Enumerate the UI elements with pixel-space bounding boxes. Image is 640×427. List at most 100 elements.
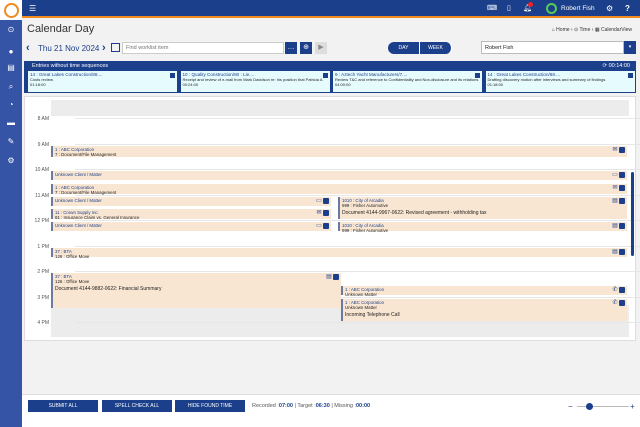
prev-day-button[interactable]: ‹: [26, 42, 30, 54]
save-icon[interactable]: [619, 300, 625, 306]
search-icon[interactable]: ⌕: [0, 82, 22, 92]
calendar-event[interactable]: 1 : ABC CorporationUnknown Matter✆: [341, 286, 627, 295]
user-select[interactable]: Robert Fish: [481, 41, 624, 54]
next-day-button[interactable]: ›: [102, 42, 106, 54]
zoom-in-button[interactable]: +: [630, 402, 635, 411]
calendar-event[interactable]: 11 : Crown Supply Inc.81 : Insurance Cla…: [51, 209, 331, 219]
save-icon[interactable]: [619, 287, 625, 293]
chevron-down-icon[interactable]: ▾: [624, 41, 636, 54]
keyboard-icon[interactable]: ⌨: [487, 4, 497, 12]
monitor-icon[interactable]: ▭: [612, 172, 618, 178]
edit-icon[interactable]: [475, 73, 480, 78]
phone-icon[interactable]: ✆: [612, 287, 618, 293]
hour-label: 12 PM: [19, 218, 49, 224]
mobile-icon[interactable]: ▯: [507, 4, 511, 12]
zoom-slider[interactable]: − +: [568, 402, 638, 412]
dashboard-icon[interactable]: ◔: [0, 100, 22, 109]
calendar-icon[interactable]: [111, 43, 120, 52]
calendar-event[interactable]: Unknown Client / Matter▭: [51, 197, 331, 206]
save-icon[interactable]: [333, 274, 339, 280]
monitor-icon[interactable]: ▭: [316, 198, 322, 204]
calendar-day-view: 8 AM9 AM10 AM11 AM12 PM1 PM2 PM3 PM4 PM1…: [24, 96, 636, 341]
hour-label: 4 PM: [19, 320, 49, 326]
event-matter: 999 : Fisher Automotive: [342, 203, 625, 208]
calendar-event[interactable]: 37 : BTA126 : Office Move▤: [51, 248, 627, 257]
entries-header: Entries without time sequences: [32, 63, 108, 69]
play-button[interactable]: ▶: [315, 42, 327, 54]
document-icon[interactable]: ▤: [612, 198, 618, 204]
mail-plus-icon[interactable]: ✉: [612, 147, 618, 153]
mail-plus-icon[interactable]: ✉: [316, 210, 322, 216]
more-button[interactable]: …: [285, 42, 297, 54]
clock-logo-icon[interactable]: [0, 0, 22, 20]
document-icon[interactable]: ▤: [612, 223, 618, 229]
mail-plus-icon[interactable]: ✉: [612, 185, 618, 191]
spell-check-all-button[interactable]: SPELL CHECK ALL: [102, 400, 172, 412]
save-icon[interactable]: [619, 147, 625, 153]
document-icon[interactable]: ▤: [0, 63, 22, 72]
worklist-search-input[interactable]: [122, 42, 284, 54]
breadcrumb-time[interactable]: Time: [579, 27, 590, 33]
event-client: Unknown Client / Matter: [55, 172, 625, 177]
calendar-event[interactable]: 37 : BTA126 : Office MoveDocument 4144-9…: [51, 273, 341, 308]
user-icon[interactable]: ●: [0, 47, 22, 56]
hour-label: 8 AM: [19, 116, 49, 122]
save-icon[interactable]: [323, 223, 329, 229]
zoom-slider-handle[interactable]: [586, 403, 593, 410]
save-icon[interactable]: [619, 172, 625, 178]
avatar[interactable]: [546, 3, 557, 14]
top-bar: [0, 0, 640, 18]
entry-card[interactable]: 10 : Quality Construction/80 : Lie....Re…: [179, 71, 330, 92]
edit-icon[interactable]: [170, 73, 175, 78]
save-icon[interactable]: [619, 185, 625, 191]
calendar-event[interactable]: Unknown Client / Matter▭: [51, 171, 627, 180]
save-icon[interactable]: [619, 223, 625, 229]
hour-label: 9 AM: [19, 142, 49, 148]
document-icon[interactable]: ▤: [612, 249, 618, 255]
entry-card[interactable]: 14 : Great Lakes Construction/88....Draf…: [484, 71, 635, 92]
entry-card[interactable]: 14 : Great Lakes Construction/88....Cost…: [26, 71, 177, 92]
calendar-event[interactable]: 1010 : City of Arcadia999 : Fisher Autom…: [338, 197, 627, 219]
edit-icon[interactable]: [323, 73, 328, 78]
menu-icon[interactable]: ☰: [29, 4, 36, 13]
zoom-out-button[interactable]: −: [568, 402, 573, 411]
tab-week[interactable]: WEEK: [420, 42, 452, 54]
hour-label: 2 PM: [19, 269, 49, 275]
save-icon[interactable]: [323, 210, 329, 216]
entry-time: 01:18:00: [488, 82, 633, 87]
event-description: Document 4144-9882-0622: Financial Summa…: [55, 287, 339, 292]
hide-found-time-button[interactable]: HIDE FOUND TIME: [175, 400, 245, 412]
event-matter: Unknown Matter: [345, 305, 625, 310]
breadcrumb: ⌂ Home › ⊙ Time › ▦ CalendarView: [552, 27, 632, 33]
monitor-icon[interactable]: ▭: [316, 223, 322, 229]
save-icon[interactable]: [619, 249, 625, 255]
save-icon[interactable]: [619, 198, 625, 204]
event-matter: 7 : Document/File Management: [55, 152, 625, 157]
document-icon[interactable]: ▤: [326, 274, 332, 280]
entries-total: ⟳ 00:14:00: [602, 63, 630, 69]
help-icon[interactable]: ?: [625, 4, 630, 13]
user-name[interactable]: Robert Fish: [561, 5, 595, 12]
entry-card[interactable]: 9 : Aztech Yacht Manufacturers/7....Revi…: [331, 71, 482, 92]
scrollbar[interactable]: [631, 172, 634, 256]
save-icon[interactable]: [323, 198, 329, 204]
gear-icon[interactable]: ⚙: [0, 156, 22, 165]
event-matter: Unknown Matter: [345, 292, 625, 297]
edit-icon[interactable]: [628, 73, 633, 78]
calendar-event[interactable]: 1 : ABC Corporation7 : Document/File Man…: [51, 146, 627, 157]
calendar-event[interactable]: 1 : ABC CorporationUnknown MatterIncomin…: [341, 299, 627, 321]
add-button[interactable]: ⊕: [300, 42, 312, 54]
hour-label: 1 PM: [19, 244, 49, 250]
entry-desc: Receipt and review of e-mail from Mark D…: [183, 77, 328, 82]
tab-day[interactable]: DAY: [388, 42, 420, 54]
calendar-event[interactable]: 1 : ABC Corporation7 : Document/File Man…: [51, 184, 627, 194]
breadcrumb-home[interactable]: Home: [556, 27, 569, 33]
settings-icon[interactable]: ⚙: [606, 4, 613, 13]
phone-icon[interactable]: ✆: [612, 300, 618, 306]
event-description: Incoming Telephone Call: [345, 313, 625, 318]
clock-icon[interactable]: ⊙: [0, 25, 22, 34]
bell-icon[interactable]: 🔔︎: [523, 4, 532, 12]
submit-all-button[interactable]: SUBMIT ALL: [28, 400, 98, 412]
calendar-event[interactable]: 1010 : City of Arcadia999 : Fisher Autom…: [338, 222, 627, 231]
calendar-event[interactable]: Unknown Client / Matter▭: [51, 222, 331, 231]
